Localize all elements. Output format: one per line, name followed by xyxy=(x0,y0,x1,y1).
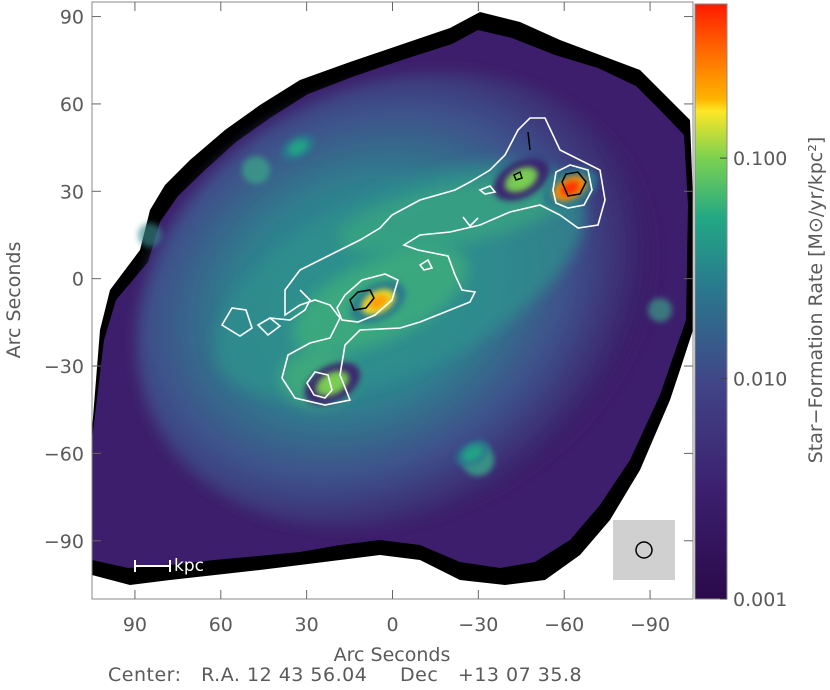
y-tick-label: 60 xyxy=(60,94,84,116)
dec-value: +13 07 35.8 xyxy=(457,664,583,686)
x-tick-label: 0 xyxy=(386,614,398,636)
y-tick-label: −90 xyxy=(44,531,84,553)
y-tick-label: 30 xyxy=(60,181,84,203)
x-tick-label: 30 xyxy=(295,614,319,636)
ra-value: 12 43 56.04 xyxy=(246,664,368,686)
center-label: Center: xyxy=(108,664,182,686)
y-tick-label: 0 xyxy=(72,269,84,291)
x-tick-label: 90 xyxy=(123,614,147,636)
clump-west xyxy=(648,298,672,322)
y-tick-label: −30 xyxy=(44,356,84,378)
x-tick-label: −60 xyxy=(544,614,584,636)
dec-label: Dec xyxy=(400,664,439,686)
x-axis-title: Arc Seconds xyxy=(334,644,451,666)
x-tick-label: −90 xyxy=(630,614,670,636)
clump-east xyxy=(138,223,162,247)
colorbar-tick-label: 0.100 xyxy=(733,148,787,170)
colorbar-tick-label: 0.010 xyxy=(733,369,787,391)
colorbar-ticks: 0.100 0.010 0.001 xyxy=(720,148,787,611)
colorbar-title: Star−Formation Rate [M⊙/yr/kpc²] xyxy=(805,137,827,464)
clump-north-east xyxy=(242,156,270,184)
y-tick-label: −60 xyxy=(44,443,84,465)
ra-label: R.A. xyxy=(201,664,241,686)
sfr-map-chart: kpc 90 60 30 0 −30 −60 −90 90 60 30 0 −30 −60 −90 0.1… xyxy=(3,1,827,666)
x-tick-label: 60 xyxy=(209,614,233,636)
colorbar-tick-label: 0.001 xyxy=(733,589,787,611)
center-coordinates: Center: R.A. 12 43 56.04 Dec +13 07 35.8 xyxy=(108,664,582,686)
colorbar xyxy=(694,3,728,600)
x-tick-label: −30 xyxy=(458,614,498,636)
beam-box xyxy=(613,520,675,580)
y-axis-title: Arc Seconds xyxy=(3,242,25,359)
y-tick-label: 90 xyxy=(60,7,84,29)
scale-bar-label: kpc xyxy=(174,556,204,576)
